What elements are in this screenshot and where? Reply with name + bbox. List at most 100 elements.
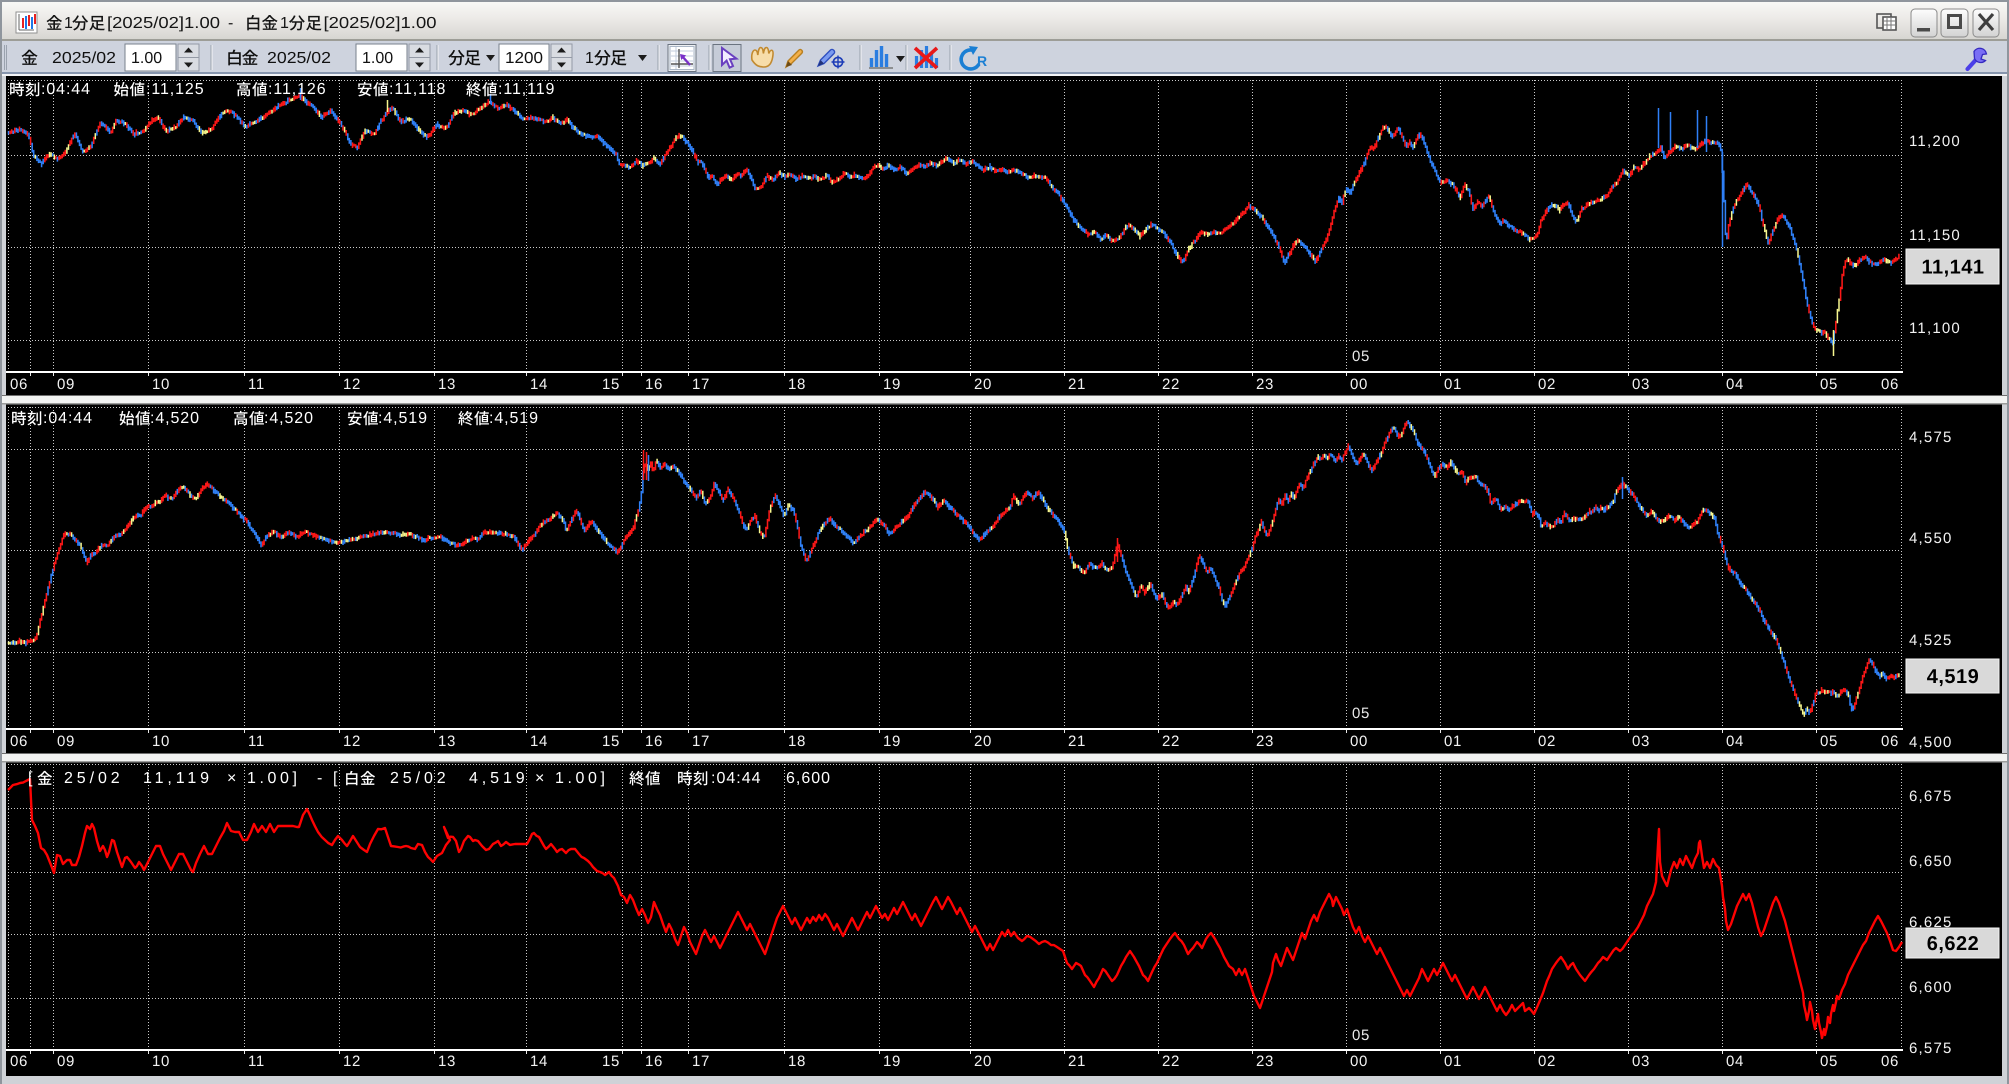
svg-text:06: 06 [1881,1053,1899,1070]
svg-text:-: - [228,15,233,32]
svg-text:1.00]: 1.00] [247,770,301,787]
svg-text::4,520: :4,520 [264,410,314,427]
svg-text:14: 14 [530,733,548,750]
svg-text:16: 16 [645,376,663,393]
svg-text:02: 02 [1538,376,1556,393]
svg-text:[2025/02]1.00: [2025/02]1.00 [324,15,437,32]
svg-text:23: 23 [1256,376,1274,393]
svg-text:4,525: 4,525 [1909,632,1953,649]
svg-text:6,575: 6,575 [1909,1040,1953,1057]
svg-text:4,519: 4,519 [469,770,529,787]
svg-text:11: 11 [248,376,265,393]
svg-text:21: 21 [1068,733,1086,750]
svg-text:01: 01 [1444,1053,1462,1070]
svg-text:09: 09 [57,1053,75,1070]
svg-text:1200: 1200 [505,50,543,67]
svg-text:6,650: 6,650 [1909,853,1953,870]
svg-text:18: 18 [788,1053,806,1070]
svg-text::4,520: :4,520 [150,410,200,427]
svg-text:20: 20 [974,376,992,393]
svg-text:1.00]: 1.00] [555,770,609,787]
svg-text:21: 21 [1068,376,1086,393]
svg-text:05: 05 [1820,733,1838,750]
svg-text:[: [ [333,770,338,787]
svg-text:25/02: 25/02 [390,770,450,787]
svg-text::04:44: :04:44 [41,81,91,98]
svg-text:03: 03 [1632,1053,1650,1070]
svg-text:10: 10 [152,733,170,750]
svg-text:17: 17 [692,733,710,750]
svg-text:19: 19 [883,733,901,750]
svg-text:11,150: 11,150 [1909,227,1961,244]
svg-text:04: 04 [1726,1053,1744,1070]
svg-text:6,675: 6,675 [1909,788,1953,805]
svg-text:06: 06 [10,1053,28,1070]
svg-text:06: 06 [10,376,28,393]
svg-text:09: 09 [57,733,75,750]
svg-text:18: 18 [788,376,806,393]
svg-text:22: 22 [1162,376,1180,393]
svg-text:6,622: 6,622 [1927,933,1980,955]
svg-text:02: 02 [1538,733,1556,750]
svg-text:21: 21 [1068,1053,1086,1070]
svg-text:19: 19 [883,1053,901,1070]
svg-text::11,125: :11,125 [146,81,205,98]
svg-text:11: 11 [248,733,265,750]
svg-text::04:44: :04:44 [711,770,761,787]
svg-text:4,575: 4,575 [1909,429,1953,446]
svg-text::11,118: :11,118 [389,81,446,98]
svg-text:06: 06 [10,733,28,750]
svg-text:23: 23 [1256,1053,1274,1070]
svg-text:17: 17 [692,1053,710,1070]
svg-text:00: 00 [1350,1053,1368,1070]
svg-text:6,600: 6,600 [1909,979,1953,996]
svg-text:12: 12 [343,1053,361,1070]
svg-text:16: 16 [645,733,663,750]
svg-text:01: 01 [1444,376,1462,393]
svg-text:12: 12 [343,376,361,393]
svg-text:1.00: 1.00 [362,50,393,67]
svg-text:4,550: 4,550 [1909,530,1953,547]
svg-text:13: 13 [438,733,456,750]
svg-text:2025/02: 2025/02 [52,50,116,67]
svg-text:04: 04 [1726,733,1744,750]
svg-text:17: 17 [692,376,710,393]
svg-text:10: 10 [152,376,170,393]
svg-text:15: 15 [602,376,620,393]
svg-text:05: 05 [1352,705,1370,722]
svg-text:2025/02: 2025/02 [267,50,331,67]
svg-text:06: 06 [1881,376,1899,393]
svg-text:00: 00 [1350,733,1368,750]
svg-text:14: 14 [530,376,548,393]
svg-text:00: 00 [1350,376,1368,393]
svg-text:20: 20 [974,733,992,750]
svg-text:6,600: 6,600 [786,770,831,787]
svg-text:04: 04 [1726,376,1744,393]
svg-text:22: 22 [1162,1053,1180,1070]
svg-text:4,519: 4,519 [1927,666,1980,688]
svg-text:16: 16 [645,1053,663,1070]
svg-text:22: 22 [1162,733,1180,750]
svg-text::4,519: :4,519 [378,410,428,427]
svg-text:05: 05 [1820,1053,1838,1070]
svg-text:11: 11 [248,1053,265,1070]
svg-text:-: - [317,770,323,787]
svg-text:23: 23 [1256,733,1274,750]
svg-text:18: 18 [788,733,806,750]
svg-text:1.00: 1.00 [131,50,162,67]
svg-text:[: [ [28,770,33,787]
svg-text:×: × [535,770,545,787]
svg-text:1: 1 [280,15,289,32]
svg-text:03: 03 [1632,733,1650,750]
svg-text::11,126: :11,126 [268,81,327,98]
svg-text:11,119: 11,119 [143,770,213,787]
svg-text:05: 05 [1820,376,1838,393]
svg-text:06: 06 [1881,733,1899,750]
svg-text:13: 13 [438,1053,456,1070]
svg-text:01: 01 [1444,733,1462,750]
svg-text:05: 05 [1352,1027,1370,1044]
svg-text:03: 03 [1632,376,1650,393]
svg-text:11,200: 11,200 [1909,133,1961,150]
svg-text::11,119: :11,119 [498,81,555,98]
svg-text:R: R [977,53,987,69]
